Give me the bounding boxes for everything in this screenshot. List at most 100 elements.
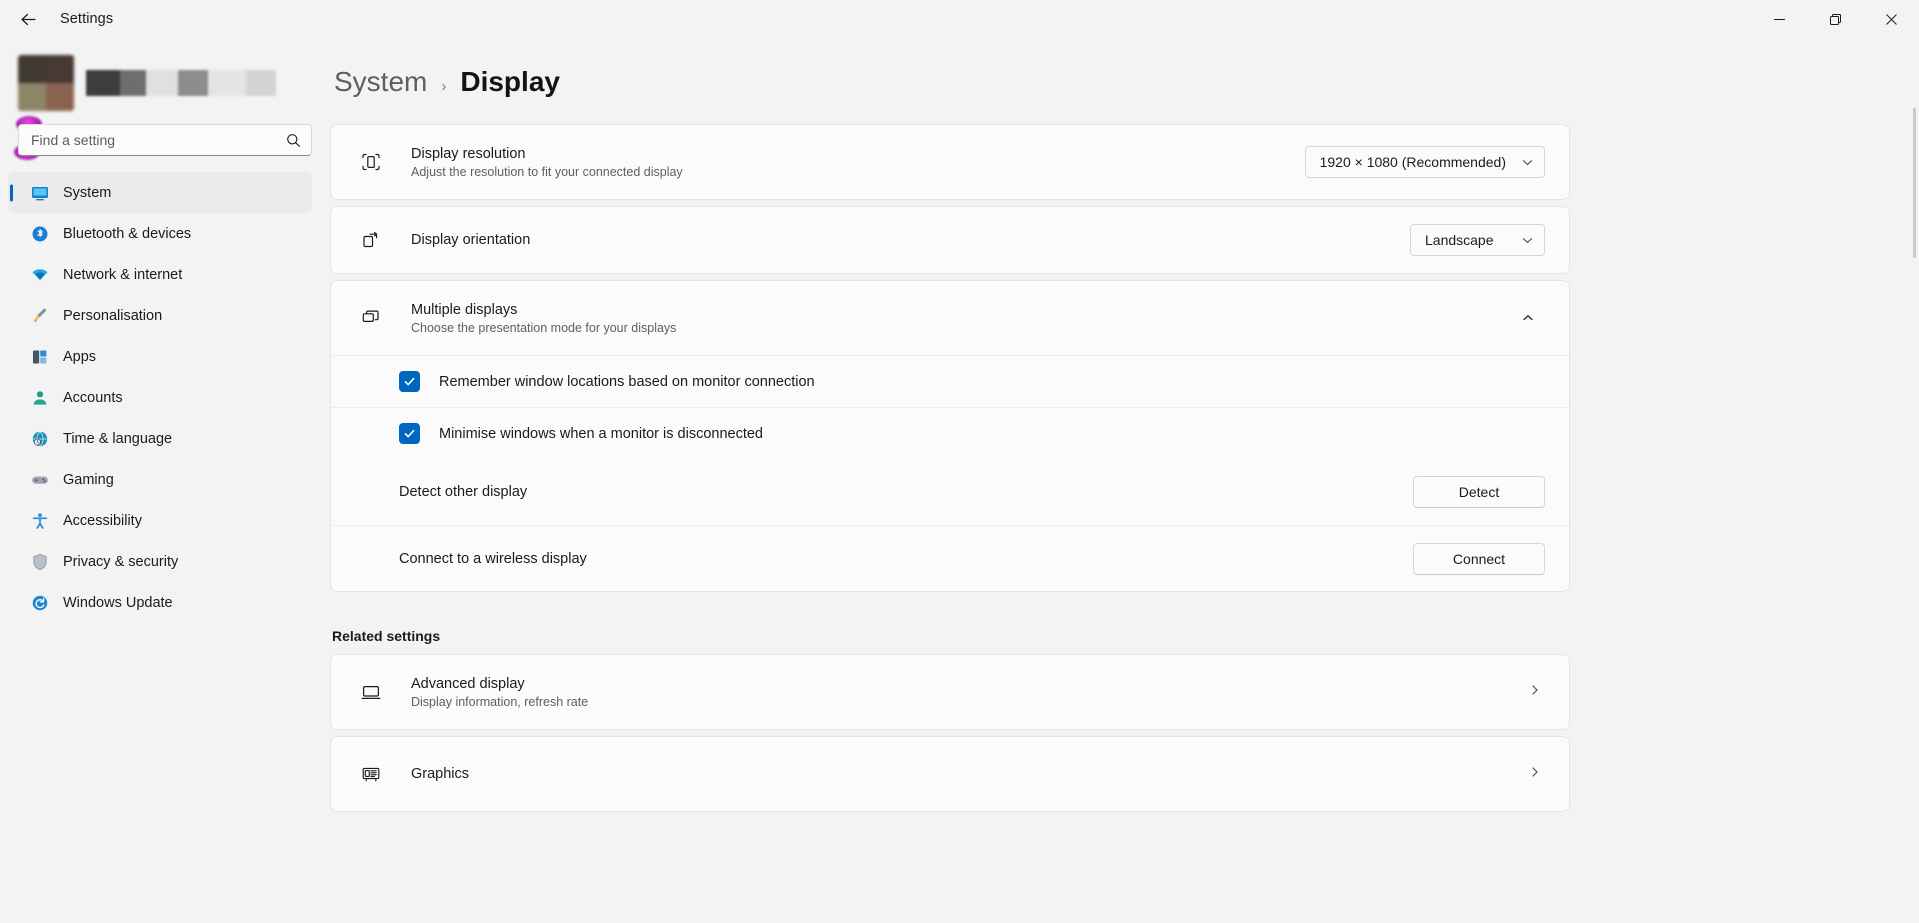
chevron-down-icon: [1522, 157, 1533, 168]
display-resolution-title: Display resolution: [411, 146, 683, 162]
display-resolution-subtitle: Adjust the resolution to fit your connec…: [411, 165, 683, 179]
related-settings-heading: Related settings: [332, 628, 1919, 644]
page-title: Display: [460, 66, 560, 98]
maximize-button[interactable]: [1807, 0, 1863, 38]
bluetooth-icon: [30, 224, 49, 243]
advanced-display-title: Advanced display: [411, 676, 588, 692]
advanced-display-subtitle: Display information, refresh rate: [411, 695, 588, 709]
sidebar-item-network-internet[interactable]: Network & internet: [8, 254, 312, 295]
person-icon: [30, 388, 49, 407]
connect-button-label: Connect: [1453, 551, 1505, 567]
paintbrush-icon: [30, 306, 49, 325]
check-icon: [403, 375, 416, 388]
display-resolution-text: Display resolution Adjust the resolution…: [411, 146, 683, 179]
multiple-displays-subtitle: Choose the presentation mode for your di…: [411, 321, 676, 335]
user-profile[interactable]: [0, 52, 330, 114]
sidebar-item-bluetooth-devices[interactable]: Bluetooth & devices: [8, 213, 312, 254]
graphics-row[interactable]: Graphics: [331, 737, 1569, 811]
wifi-icon: [30, 265, 49, 284]
window-controls: [1751, 0, 1919, 38]
multiple-displays-card: Multiple displays Choose the presentatio…: [330, 280, 1570, 592]
chevron-right-icon: [1529, 765, 1541, 783]
title-bar: Settings: [0, 0, 1919, 38]
graphics-card: Graphics: [330, 736, 1570, 812]
apps-icon: [30, 347, 49, 366]
orientation-icon: [357, 229, 385, 251]
account-name-redacted: [86, 70, 276, 96]
search-box[interactable]: [18, 124, 312, 156]
display-orientation-dropdown[interactable]: Landscape: [1410, 224, 1545, 256]
close-icon: [1886, 14, 1897, 25]
app-title: Settings: [60, 11, 113, 27]
minimize-button[interactable]: [1751, 0, 1807, 38]
display-orientation-title: Display orientation: [411, 232, 530, 248]
graphics-text: Graphics: [411, 766, 469, 782]
advanced-display-card: Advanced display Display information, re…: [330, 654, 1570, 730]
display-orientation-card: Display orientation Landscape: [330, 206, 1570, 274]
update-icon: [30, 593, 49, 612]
sidebar-item-privacy-security[interactable]: Privacy & security: [8, 541, 312, 582]
sidebar-item-accessibility[interactable]: Accessibility: [8, 500, 312, 541]
sidebar-item-label: Privacy & security: [63, 554, 178, 570]
sidebar-item-label: Windows Update: [63, 595, 173, 611]
multiple-displays-expander[interactable]: [1511, 301, 1545, 335]
back-arrow-icon: [20, 11, 37, 28]
multiple-displays-icon: [357, 307, 385, 329]
minimise-windows-row[interactable]: Minimise windows when a monitor is disco…: [331, 407, 1569, 459]
sidebar-item-label: Apps: [63, 349, 96, 365]
sidebar-item-label: Accounts: [63, 390, 123, 406]
detect-other-display-row: Detect other display Detect: [331, 459, 1569, 525]
detect-button-label: Detect: [1459, 484, 1499, 500]
graphics-title: Graphics: [411, 766, 469, 782]
avatar: [18, 55, 74, 111]
search-input[interactable]: [19, 132, 286, 148]
sidebar-item-apps[interactable]: Apps: [8, 336, 312, 377]
main-content: System › Display Display resolution Adju…: [330, 38, 1919, 923]
breadcrumb: System › Display: [332, 38, 1919, 124]
display-resolution-value: 1920 × 1080 (Recommended): [1320, 154, 1506, 170]
shield-icon: [30, 552, 49, 571]
minimise-windows-checkbox[interactable]: [399, 423, 420, 444]
multiple-displays-text: Multiple displays Choose the presentatio…: [411, 302, 676, 335]
sidebar-item-gaming[interactable]: Gaming: [8, 459, 312, 500]
display-orientation-row: Display orientation Landscape: [331, 207, 1569, 273]
sidebar-item-label: System: [63, 185, 111, 201]
advanced-display-icon: [357, 681, 385, 703]
sidebar-item-label: Personalisation: [63, 308, 162, 324]
sidebar-item-label: Gaming: [63, 472, 114, 488]
breadcrumb-parent[interactable]: System: [334, 66, 427, 98]
remember-window-locations-row[interactable]: Remember window locations based on monit…: [331, 355, 1569, 407]
chevron-down-icon: [1522, 235, 1533, 246]
resolution-icon: [357, 151, 385, 173]
connect-wireless-display-row: Connect to a wireless display Connect: [331, 525, 1569, 591]
close-button[interactable]: [1863, 0, 1919, 38]
back-button[interactable]: [8, 3, 48, 35]
sidebar-item-label: Bluetooth & devices: [63, 226, 191, 242]
minimise-windows-label: Minimise windows when a monitor is disco…: [439, 426, 763, 442]
sidebar-item-accounts[interactable]: Accounts: [8, 377, 312, 418]
connect-button[interactable]: Connect: [1413, 543, 1545, 575]
chevron-up-icon: [1522, 312, 1534, 324]
remember-window-locations-checkbox[interactable]: [399, 371, 420, 392]
detect-button[interactable]: Detect: [1413, 476, 1545, 508]
display-resolution-row: Display resolution Adjust the resolution…: [331, 125, 1569, 199]
search-container: [0, 114, 330, 156]
display-resolution-dropdown[interactable]: 1920 × 1080 (Recommended): [1305, 146, 1545, 178]
multiple-displays-header[interactable]: Multiple displays Choose the presentatio…: [331, 281, 1569, 355]
sidebar-item-label: Accessibility: [63, 513, 142, 529]
sidebar-item-windows-update[interactable]: Windows Update: [8, 582, 312, 623]
accessibility-icon: [30, 511, 49, 530]
sidebar-item-personalisation[interactable]: Personalisation: [8, 295, 312, 336]
display-resolution-card: Display resolution Adjust the resolution…: [330, 124, 1570, 200]
sidebar-item-time-language[interactable]: Time & language: [8, 418, 312, 459]
magnifier-glyph: [286, 133, 301, 148]
maximize-icon: [1830, 14, 1841, 25]
minimize-icon: [1774, 14, 1785, 25]
advanced-display-row[interactable]: Advanced display Display information, re…: [331, 655, 1569, 729]
scrollbar-thumb[interactable]: [1913, 108, 1916, 258]
globe-clock-icon: [30, 429, 49, 448]
connect-wireless-display-label: Connect to a wireless display: [399, 551, 587, 567]
sidebar-item-system[interactable]: System: [8, 172, 312, 213]
breadcrumb-separator: ›: [441, 78, 446, 95]
advanced-display-text: Advanced display Display information, re…: [411, 676, 588, 709]
